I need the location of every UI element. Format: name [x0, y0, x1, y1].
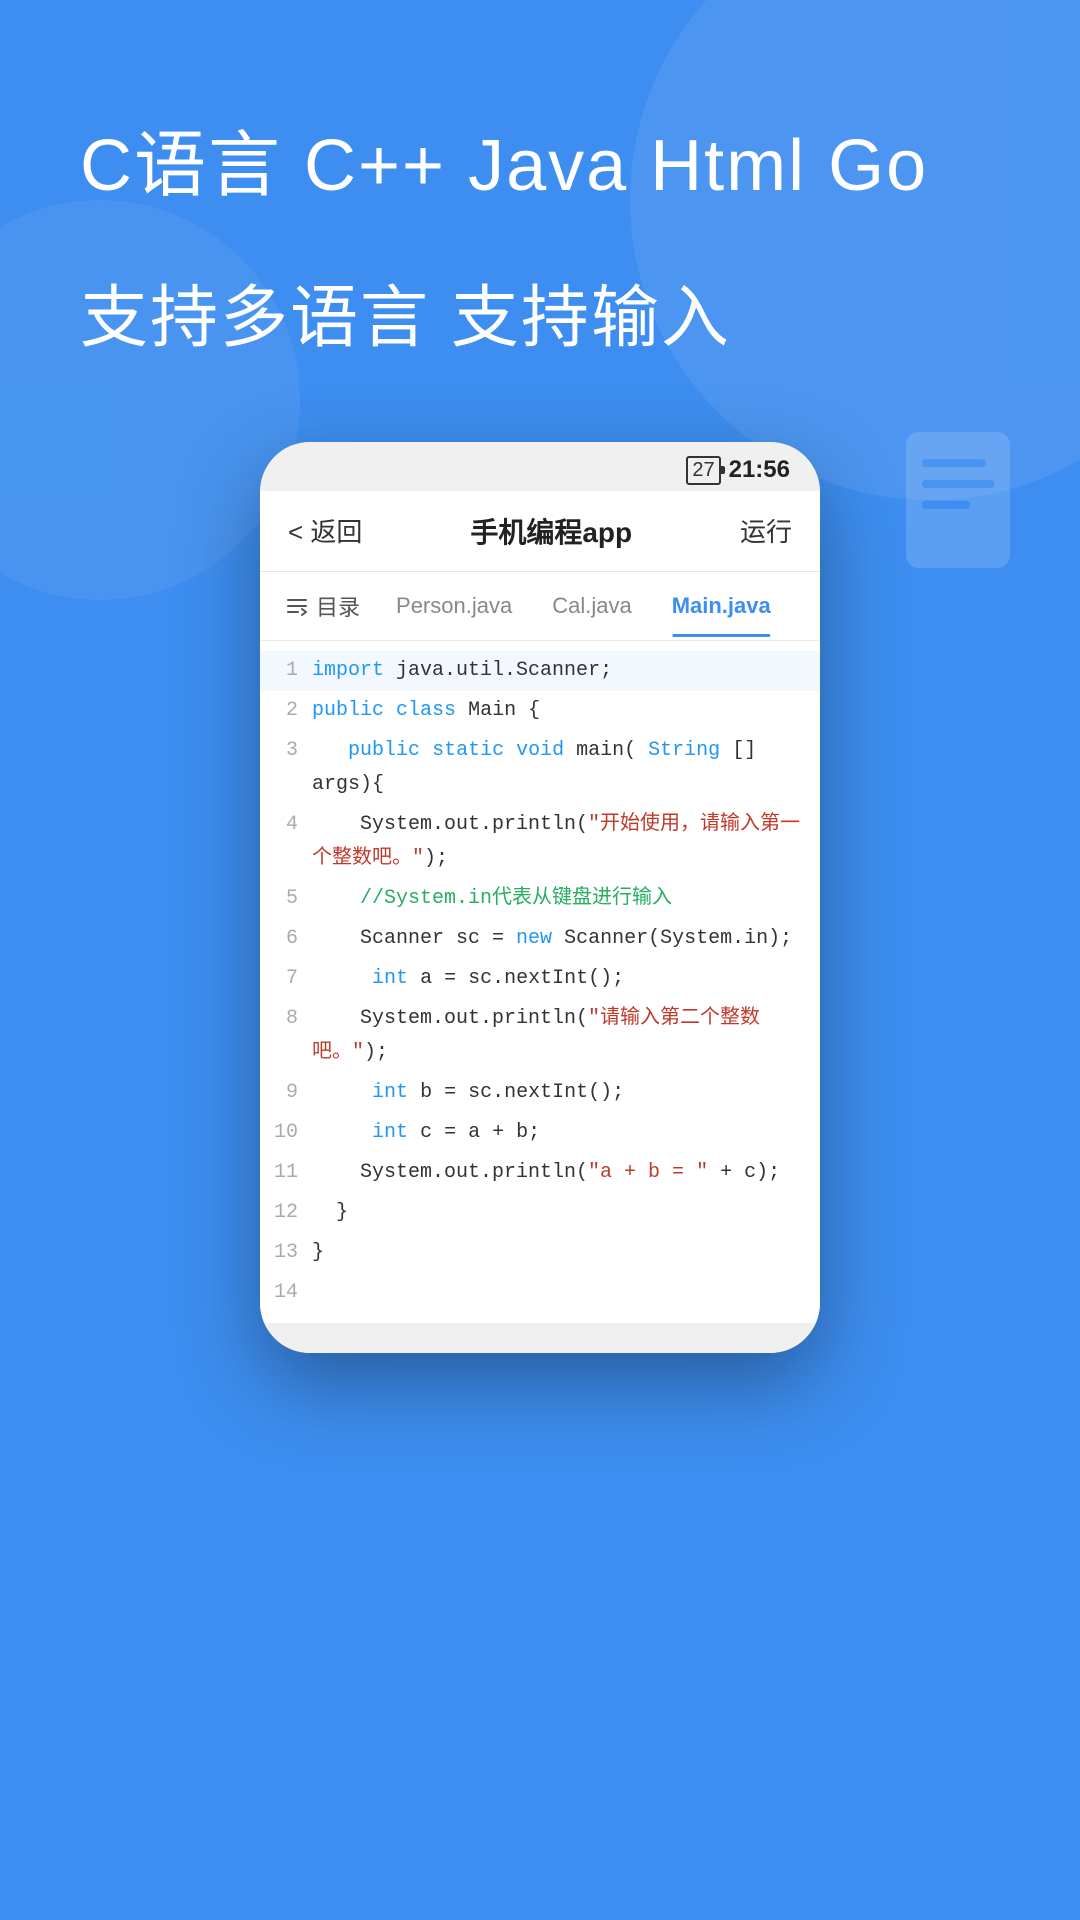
code-line-14: 14 — [260, 1273, 820, 1313]
tabs-bar: 目录 Person.java Cal.java Main.java — [260, 572, 820, 641]
code-line-11: 11 System.out.println("a + b = " + c); — [260, 1153, 820, 1193]
code-line-9: 9 int b = sc.nextInt(); — [260, 1073, 820, 1113]
battery-icon: 27 — [686, 456, 720, 485]
tab-catalog[interactable]: 目录 — [270, 572, 376, 640]
back-button[interactable]: < 返回 — [288, 512, 362, 549]
status-bar: 27 21:56 — [260, 442, 820, 491]
phone-bottom-bar — [260, 1323, 820, 1353]
code-line-12: 12 } — [260, 1193, 820, 1233]
status-time: 21:56 — [729, 456, 790, 484]
code-line-1: 1 import java.util.Scanner; — [260, 651, 820, 691]
code-line-6: 6 Scanner sc = new Scanner(System.in); — [260, 919, 820, 959]
main-content: C语言 C++ Java Html Go 支持多语言 支持输入 27 21:56… — [0, 0, 1080, 1413]
code-line-7: 7 int a = sc.nextInt(); — [260, 959, 820, 999]
code-line-5: 5 //System.in代表从键盘进行输入 — [260, 879, 820, 919]
code-line-3: 3 public static void main( String [] arg… — [260, 731, 820, 805]
app-header: < 返回 手机编程app 运行 — [260, 491, 820, 572]
code-line-2: 2 public class Main { — [260, 691, 820, 731]
tab-main-java[interactable]: Main.java — [652, 575, 791, 637]
code-line-8: 8 System.out.println("请输入第二个整数吧。"); — [260, 999, 820, 1073]
code-line-10: 10 int c = a + b; — [260, 1113, 820, 1153]
headline-text: C语言 C++ Java Html Go — [80, 120, 1000, 214]
catalog-label: 目录 — [316, 590, 360, 622]
code-line-13: 13 } — [260, 1233, 820, 1273]
subtitle-text: 支持多语言 支持输入 — [80, 274, 1000, 362]
tab-person-java[interactable]: Person.java — [376, 575, 532, 637]
run-button[interactable]: 运行 — [740, 512, 792, 549]
tab-cal-java[interactable]: Cal.java — [532, 575, 651, 637]
code-line-4: 4 System.out.println("开始使用，请输入第一个整数吧。"); — [260, 805, 820, 879]
app-title: 手机编程app — [470, 511, 632, 551]
code-editor[interactable]: 1 import java.util.Scanner; 2 public cla… — [260, 641, 820, 1323]
phone-mockup: 27 21:56 < 返回 手机编程app 运行 目录 P — [80, 442, 1000, 1353]
phone-device: 27 21:56 < 返回 手机编程app 运行 目录 P — [260, 442, 820, 1353]
